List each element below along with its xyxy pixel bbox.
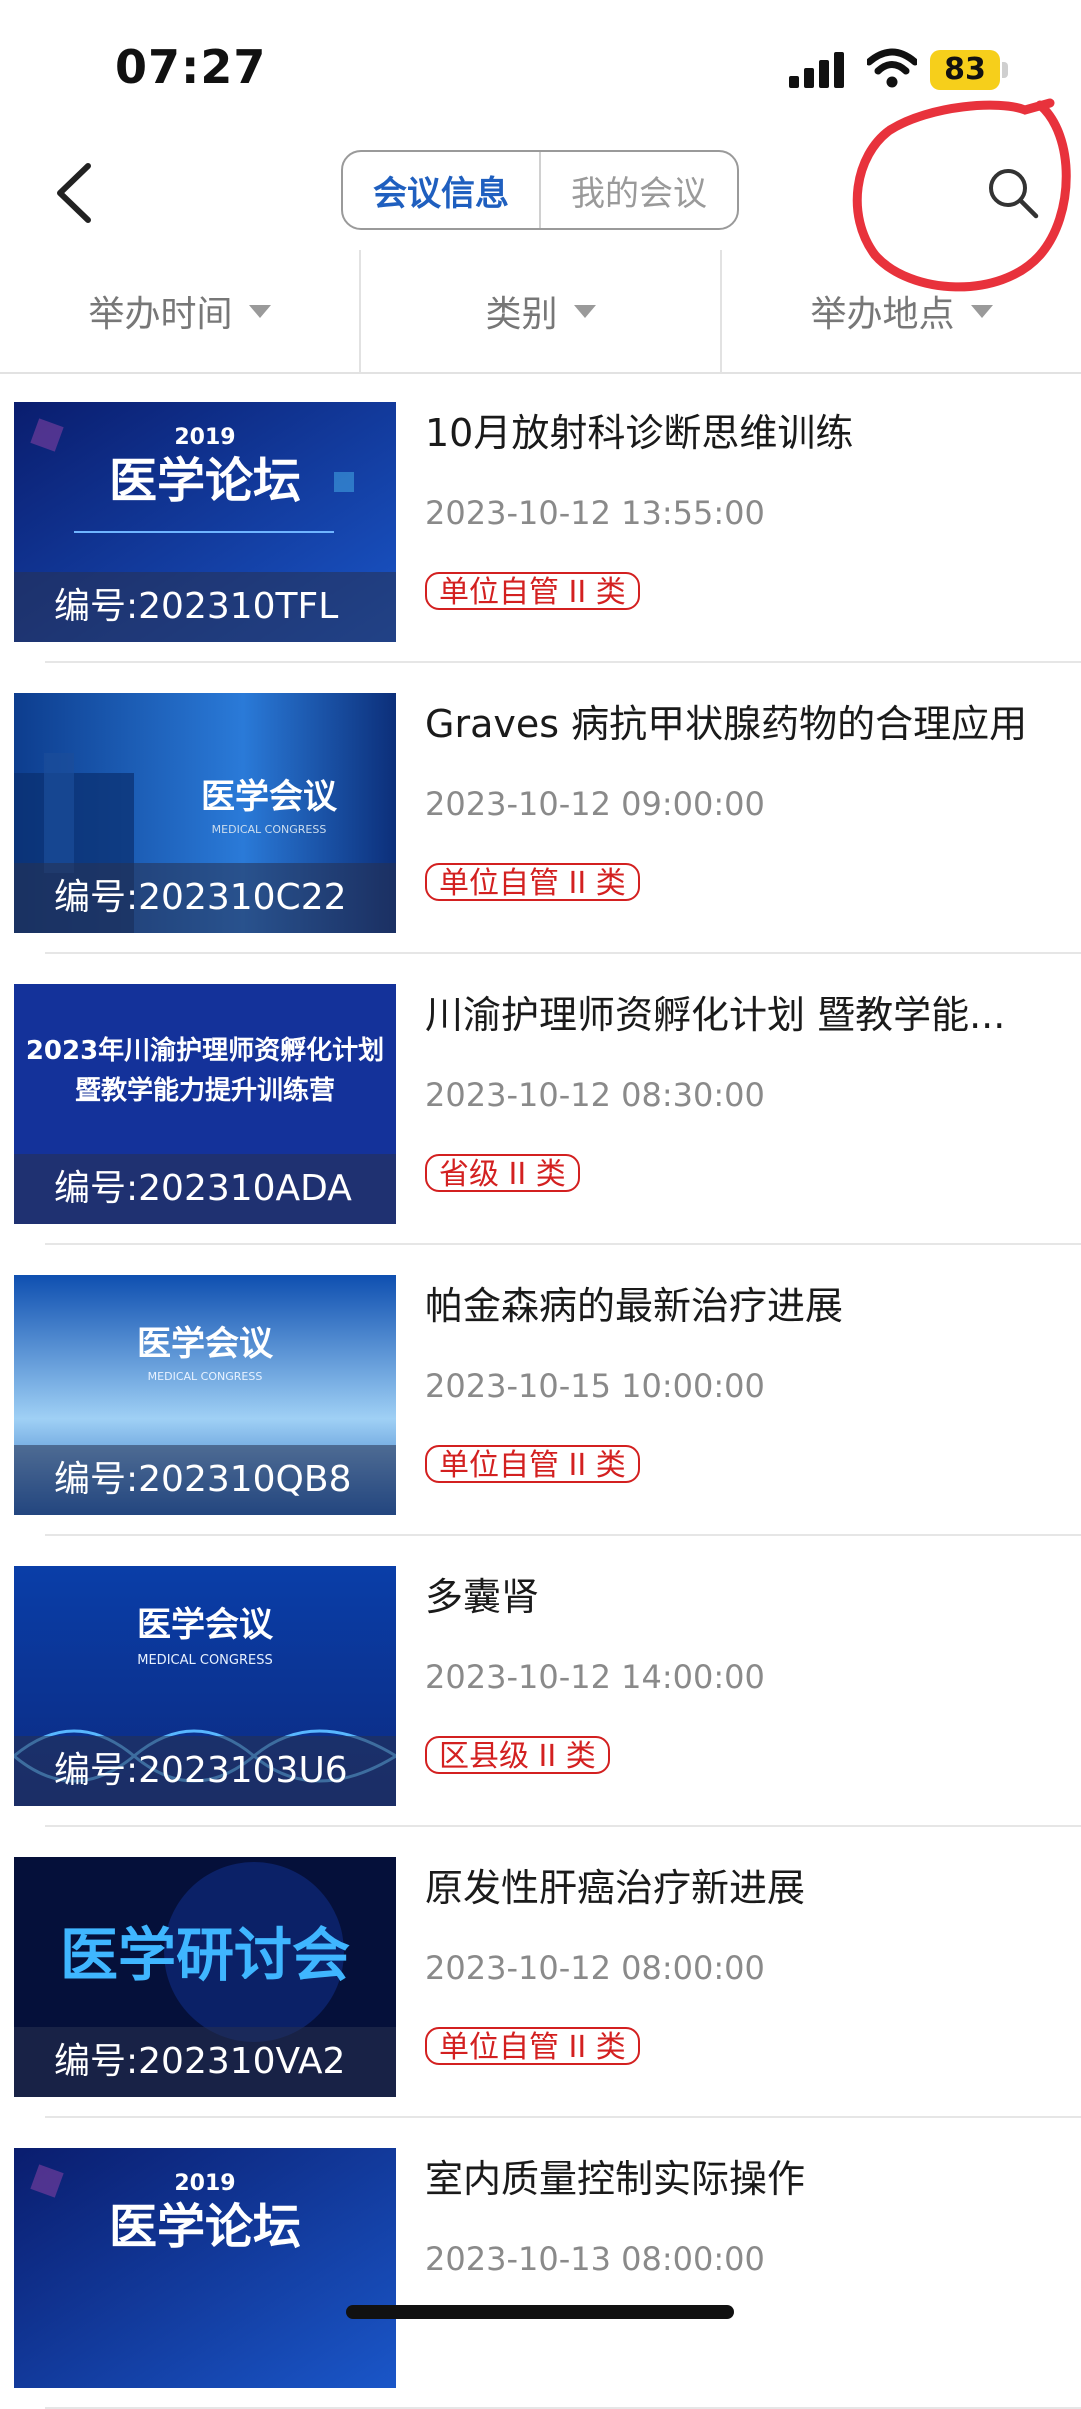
meeting-category-tag: 单位自管 II 类 (425, 2027, 640, 2065)
filter-category[interactable]: 类别 (359, 250, 720, 372)
meeting-category-tag: 单位自管 II 类 (425, 863, 640, 901)
meeting-category-tag: 单位自管 II 类 (425, 1445, 640, 1483)
banner-sub: 2019 (174, 425, 235, 450)
list-item[interactable]: 2023年川渝护理师资孵化计划 暨教学能力提升训练营 编号:202310ADA … (0, 954, 1081, 1245)
segmented-control: 会议信息 我的会议 (341, 150, 739, 230)
list-item[interactable]: 2019 医学论坛 编号:202310TFL 10月放射科诊断思维训练 2023… (0, 372, 1081, 663)
list-item[interactable]: 医学会议 MEDICAL CONGRESS 编号:2023103U6 多囊肾 2… (0, 1536, 1081, 1827)
banner-title: 2023年川渝护理师资孵化计划 (26, 1035, 384, 1066)
meeting-title: 室内质量控制实际操作 (425, 2157, 806, 2201)
tab-meeting-info[interactable]: 会议信息 (343, 152, 539, 228)
caret-down-icon (573, 304, 596, 318)
meeting-code: 编号:202310C22 (14, 863, 396, 933)
caret-down-icon (970, 304, 993, 318)
meeting-title: 10月放射科诊断思维训练 (425, 411, 854, 455)
list-item[interactable]: 医学研讨会 编号:202310VA2 原发性肝癌治疗新进展 2023-10-12… (0, 1827, 1081, 2118)
back-chevron-icon[interactable] (50, 162, 100, 224)
meeting-category-tag: 省级 II 类 (425, 1154, 580, 1192)
banner-sub: MEDICAL CONGRESS (137, 1653, 272, 1668)
banner-title: 医学会议 (137, 1605, 274, 1645)
banner-sub: 暨教学能力提升训练营 (75, 1075, 335, 1106)
meeting-thumbnail: 2019 医学论坛 (14, 2148, 396, 2388)
meeting-title: 帕金森病的最新治疗进展 (425, 1284, 844, 1328)
banner-sub: MEDICAL CONGRESS (212, 823, 327, 836)
meeting-code: 编号:202310QB8 (14, 1445, 396, 1515)
meeting-code: 编号:2023103U6 (14, 1736, 396, 1806)
caret-down-icon (248, 304, 271, 318)
meeting-date: 2023-10-15 10:00:00 (425, 1367, 765, 1405)
list-item[interactable]: 2019 医学论坛 室内质量控制实际操作 2023-10-13 08:00:00 (0, 2118, 1081, 2409)
wifi-icon (867, 48, 917, 88)
banner-title: 医学论坛 (109, 453, 301, 509)
meeting-title: 多囊肾 (425, 1575, 540, 1619)
meeting-code: 编号:202310ADA (14, 1154, 396, 1224)
status-time: 07:27 (115, 40, 267, 94)
filter-time-label: 举办时间 (88, 294, 233, 335)
meeting-code: 编号:202310TFL (14, 572, 396, 642)
banner-title: 医学论坛 (109, 2199, 301, 2255)
meeting-date: 2023-10-12 09:00:00 (425, 785, 765, 823)
banner-sub: MEDICAL CONGRESS (148, 1370, 263, 1383)
meeting-thumbnail: 医学会议 MEDICAL CONGRESS 编号:202310C22 (14, 693, 396, 933)
filter-category-label: 类别 (485, 294, 558, 335)
meeting-title: 原发性肝癌治疗新进展 (425, 1866, 806, 1910)
meeting-thumbnail: 医学会议 MEDICAL CONGRESS 编号:202310QB8 (14, 1275, 396, 1515)
meeting-thumbnail: 医学会议 MEDICAL CONGRESS 编号:2023103U6 (14, 1566, 396, 1806)
filter-location[interactable]: 举办地点 (720, 250, 1081, 372)
filter-bar: 举办时间 类别 举办地点 (0, 250, 1081, 374)
meeting-thumbnail: 医学研讨会 编号:202310VA2 (14, 1857, 396, 2097)
meeting-date: 2023-10-12 08:30:00 (425, 1076, 765, 1114)
banner-title: 医学会议 (137, 1324, 274, 1364)
meeting-category-tag: 区县级 II 类 (425, 1736, 610, 1774)
meeting-category-tag: 单位自管 II 类 (425, 572, 640, 610)
meeting-title: 川渝护理师资孵化计划 暨教学能... (425, 993, 1006, 1037)
list-item[interactable]: 医学会议 MEDICAL CONGRESS 编号:202310C22 Grave… (0, 663, 1081, 954)
banner-title: 医学研讨会 (60, 1921, 350, 1989)
meeting-thumbnail: 2019 医学论坛 编号:202310TFL (14, 402, 396, 642)
filter-time[interactable]: 举办时间 (0, 250, 359, 372)
meeting-list: 2019 医学论坛 编号:202310TFL 10月放射科诊断思维训练 2023… (0, 372, 1081, 2409)
home-indicator[interactable] (346, 2305, 734, 2319)
meeting-date: 2023-10-12 13:55:00 (425, 494, 765, 532)
battery-icon: 83 (930, 50, 1008, 90)
cellular-signal-icon (789, 52, 844, 88)
meeting-thumbnail: 2023年川渝护理师资孵化计划 暨教学能力提升训练营 编号:202310ADA (14, 984, 396, 1224)
battery-level: 83 (944, 52, 986, 87)
meeting-date: 2023-10-13 08:00:00 (425, 2240, 765, 2278)
meeting-date: 2023-10-12 08:00:00 (425, 1949, 765, 1987)
meeting-code: 编号:202310VA2 (14, 2027, 396, 2097)
list-item[interactable]: 医学会议 MEDICAL CONGRESS 编号:202310QB8 帕金森病的… (0, 1245, 1081, 1536)
banner-title: 医学会议 (201, 777, 338, 817)
tab-my-meetings[interactable]: 我的会议 (539, 152, 737, 228)
filter-location-label: 举办地点 (810, 294, 955, 335)
meeting-date: 2023-10-12 14:00:00 (425, 1658, 765, 1696)
banner-sub: 2019 (174, 2171, 235, 2196)
meeting-title: Graves 病抗甲状腺药物的合理应用 (425, 702, 1028, 746)
